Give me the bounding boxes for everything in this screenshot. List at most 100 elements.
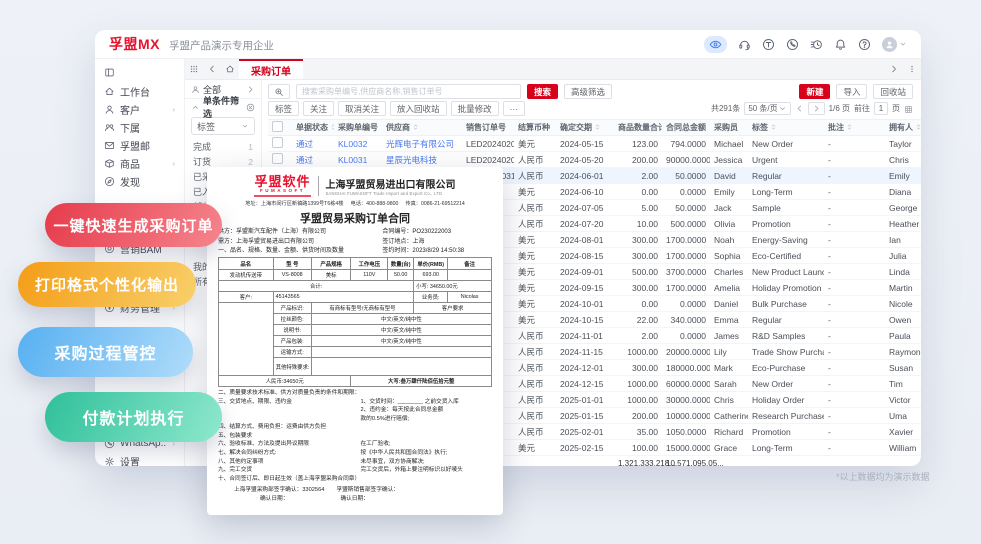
search-input[interactable] bbox=[296, 84, 521, 99]
column-header-标签[interactable]: 标签 bbox=[748, 119, 824, 136]
sort-icon[interactable] bbox=[412, 123, 419, 131]
doc-company-name: 上海孚盟贸易进出口有限公司 bbox=[325, 180, 456, 192]
caret-down-icon bbox=[241, 122, 249, 130]
tab-scroll-right-icon[interactable] bbox=[885, 59, 903, 79]
select-all-checkbox[interactable] bbox=[272, 121, 283, 132]
supplier-link[interactable]: 星辰光电科技 bbox=[386, 155, 437, 165]
column-settings-icon[interactable] bbox=[904, 104, 913, 113]
filter-item-完成[interactable]: 完成 1 bbox=[185, 139, 261, 154]
recycle-bin-button[interactable]: 回收站 bbox=[873, 84, 913, 99]
saved-search-button[interactable] bbox=[268, 84, 290, 99]
sort-icon[interactable] bbox=[770, 123, 777, 131]
column-header-拥有人[interactable]: 拥有人 bbox=[885, 119, 921, 136]
user-icon bbox=[104, 104, 115, 115]
doc-clause-right: 1、交货时间：________ 之前交货入库 2、违约金：每天按此合同总金额 款的0… bbox=[360, 398, 459, 422]
help-icon[interactable] bbox=[858, 38, 871, 51]
doc-clause-left: 七、解决合同纠纷方式: bbox=[218, 450, 277, 457]
doc-clause-right: 未尽事宜，双方协商解决; bbox=[360, 458, 425, 465]
visibility-icon[interactable] bbox=[704, 35, 727, 53]
tab-more-icon[interactable] bbox=[903, 59, 921, 79]
caret-down-icon bbox=[899, 40, 907, 48]
user-avatar[interactable] bbox=[882, 36, 907, 52]
tab-purchase-orders[interactable]: 采购订单 bbox=[239, 59, 303, 79]
sidebar-item-label: 客户 bbox=[120, 105, 140, 117]
goto-page-input[interactable] bbox=[874, 102, 888, 115]
sidebar-item-label: 下属 bbox=[120, 123, 140, 135]
sort-icon[interactable] bbox=[846, 123, 853, 131]
batch-button-放入回收站[interactable]: 放入回收站 bbox=[390, 101, 447, 116]
headset-icon[interactable] bbox=[738, 38, 751, 51]
supplier-link[interactable]: 光辉电子有限公司 bbox=[386, 139, 454, 149]
table-row[interactable]: 通过KL0031星辰光电科技LED20240202人民币2024-05-2020… bbox=[268, 151, 921, 168]
search-toolbar: 搜索 高级筛选 新建 导入 回收站 bbox=[262, 80, 921, 99]
tag-filter-select[interactable]: 标签 bbox=[191, 117, 255, 135]
row-checkbox[interactable] bbox=[272, 153, 283, 164]
sidebar-item-工作台[interactable]: 工作台 bbox=[95, 82, 184, 100]
sort-icon[interactable] bbox=[594, 123, 601, 131]
sort-icon[interactable] bbox=[380, 123, 382, 131]
history-icon[interactable] bbox=[810, 38, 823, 51]
feature-badge-3: 采购过程管控 bbox=[18, 327, 193, 377]
sidebar-collapse-icon[interactable] bbox=[95, 64, 184, 80]
filter-group-title: 单条件筛选 bbox=[203, 96, 240, 119]
import-button[interactable]: 导入 bbox=[836, 84, 868, 99]
doc-title: 孚盟贸易采购订单合同 bbox=[300, 213, 410, 226]
po-number-link[interactable]: KL0032 bbox=[338, 139, 367, 149]
tab-home-icon[interactable] bbox=[221, 59, 239, 79]
workspace-name: 孚盟产品演示专用企业 bbox=[169, 40, 274, 52]
box-icon bbox=[104, 158, 115, 169]
mail-icon bbox=[104, 140, 115, 151]
tab-back-icon[interactable] bbox=[203, 59, 221, 79]
column-header-批注[interactable]: 批注 bbox=[824, 119, 885, 136]
reset-filter-icon[interactable] bbox=[246, 103, 255, 112]
batch-button-关注[interactable]: 关注 bbox=[303, 101, 335, 116]
column-header-采购员: 采购员 bbox=[710, 119, 748, 136]
sort-icon[interactable] bbox=[330, 123, 334, 131]
pagination: 共291条 50 条/页 1/6 页 前往 页 bbox=[711, 102, 913, 115]
sidebar-item-商品[interactable]: 商品 › bbox=[95, 154, 184, 172]
chevron-right-icon bbox=[246, 85, 255, 94]
table-row[interactable]: 通过KL0032光辉电子有限公司LED20240201美元2024-05-151… bbox=[268, 135, 921, 152]
column-header-确定交期[interactable]: 确定交期 bbox=[556, 119, 614, 136]
sidebar-item-设置[interactable]: 设置 bbox=[95, 452, 184, 466]
search-button[interactable]: 搜索 bbox=[527, 84, 559, 99]
sidebar-item-发现[interactable]: 发现 bbox=[95, 172, 184, 190]
batch-button-取消关注[interactable]: 取消关注 bbox=[338, 101, 387, 116]
sidebar-item-客户[interactable]: 客户 › bbox=[95, 100, 184, 118]
batch-button-标签[interactable]: 标签 bbox=[268, 101, 300, 116]
filter-item-count: 1 bbox=[248, 141, 253, 152]
batch-button-批量修改[interactable]: 批量修改 bbox=[450, 101, 499, 116]
apps-grid-icon[interactable] bbox=[185, 59, 203, 79]
home-icon bbox=[104, 86, 115, 97]
sidebar-item-label: 商品 bbox=[120, 159, 140, 171]
advanced-filter-button[interactable]: 高级筛选 bbox=[564, 84, 613, 99]
prev-page-icon[interactable] bbox=[795, 104, 804, 113]
batch-button-···[interactable]: ··· bbox=[502, 101, 526, 116]
tab-strip: 采购订单 bbox=[185, 59, 921, 80]
feature-badge-4: 付款计划执行 bbox=[45, 392, 222, 442]
row-checkbox[interactable] bbox=[272, 137, 283, 148]
doc-clause-left: 八、其他约定事项 bbox=[218, 458, 264, 465]
next-page-button[interactable] bbox=[807, 102, 825, 115]
po-number-link[interactable]: KL0031 bbox=[338, 155, 367, 165]
status-link[interactable]: 通过 bbox=[296, 139, 313, 149]
column-header-供应商[interactable]: 供应商 bbox=[382, 119, 462, 136]
doc-clause: 九、完工交货 完工交货后，外箱上要注明标识以好唛头 bbox=[218, 466, 492, 475]
filter-item-count: 2 bbox=[248, 156, 253, 167]
page-size-select[interactable]: 50 条/页 bbox=[744, 102, 791, 115]
column-header-单据状态[interactable]: 单据状态 bbox=[292, 119, 334, 136]
column-header-采购单编号[interactable]: 采购单编号 bbox=[334, 119, 382, 136]
filter-group-header[interactable]: 单条件筛选 bbox=[185, 96, 261, 119]
sort-icon[interactable] bbox=[915, 123, 921, 131]
bell-icon[interactable] bbox=[834, 38, 847, 51]
doc-clause: 八、其他约定事项 未尽事宜，双方协商解决; bbox=[218, 458, 492, 467]
create-button[interactable]: 新建 bbox=[799, 84, 831, 99]
whatsapp-icon[interactable] bbox=[786, 38, 799, 51]
gear-icon bbox=[104, 456, 115, 467]
doc-clause-left: 九、完工交货 bbox=[218, 467, 253, 474]
chevron-right-icon: › bbox=[172, 158, 175, 168]
sidebar-item-孚盟邮[interactable]: 孚盟邮 bbox=[95, 136, 184, 154]
translate-icon[interactable] bbox=[762, 38, 775, 51]
sidebar-item-下属[interactable]: 下属 bbox=[95, 118, 184, 136]
status-link[interactable]: 通过 bbox=[296, 155, 313, 165]
